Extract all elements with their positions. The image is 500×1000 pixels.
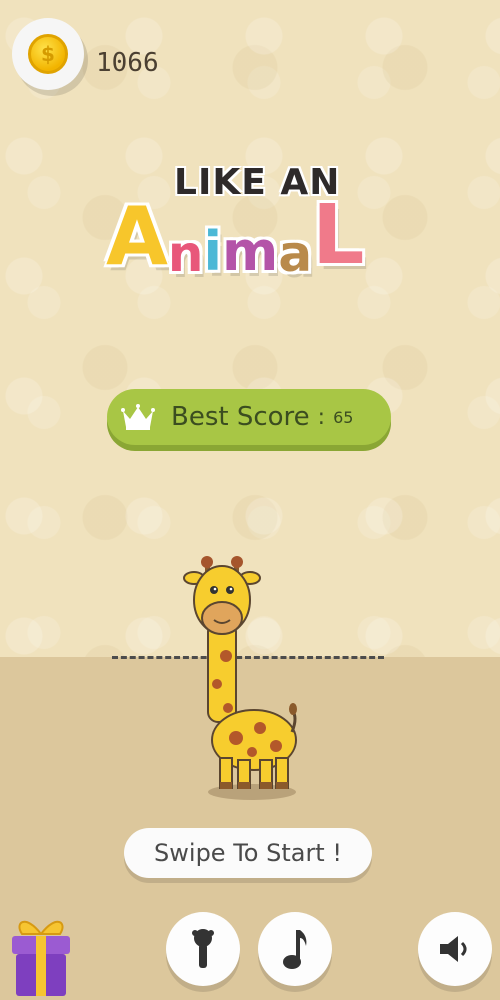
coin-badge: $	[12, 18, 84, 90]
swipe-to-start-button[interactable]: Swipe To Start !	[124, 828, 372, 878]
coin-count: 1066	[96, 48, 159, 78]
game-logo: LIKE AN A n i m a L	[100, 150, 400, 285]
character-select-button[interactable]	[166, 912, 240, 986]
sound-toggle-button[interactable]	[418, 912, 492, 986]
coin-symbol: $	[41, 42, 55, 66]
logo-letter: i	[203, 220, 223, 283]
logo-letter: a	[278, 225, 313, 283]
logo-letter: L	[312, 188, 365, 283]
best-score-value: 65	[333, 407, 354, 427]
best-score-label: Best Score	[171, 402, 310, 432]
logo-line2: A n i m a L	[106, 188, 364, 283]
crown-icon	[121, 404, 155, 430]
giraffe-character	[183, 556, 297, 800]
music-toggle-button[interactable]	[258, 912, 332, 986]
logo-letter: A	[106, 190, 168, 283]
logo-letter: n	[167, 225, 204, 283]
coin-icon: $	[28, 34, 68, 74]
music-note-icon	[283, 930, 307, 969]
best-score-separator: :	[317, 404, 326, 430]
speaker-icon	[440, 936, 467, 962]
logo-letter: m	[222, 220, 279, 283]
gift-icon[interactable]	[6, 912, 76, 998]
best-score-bar: Best Score : 65	[107, 389, 391, 445]
character-select-icon	[192, 929, 214, 968]
